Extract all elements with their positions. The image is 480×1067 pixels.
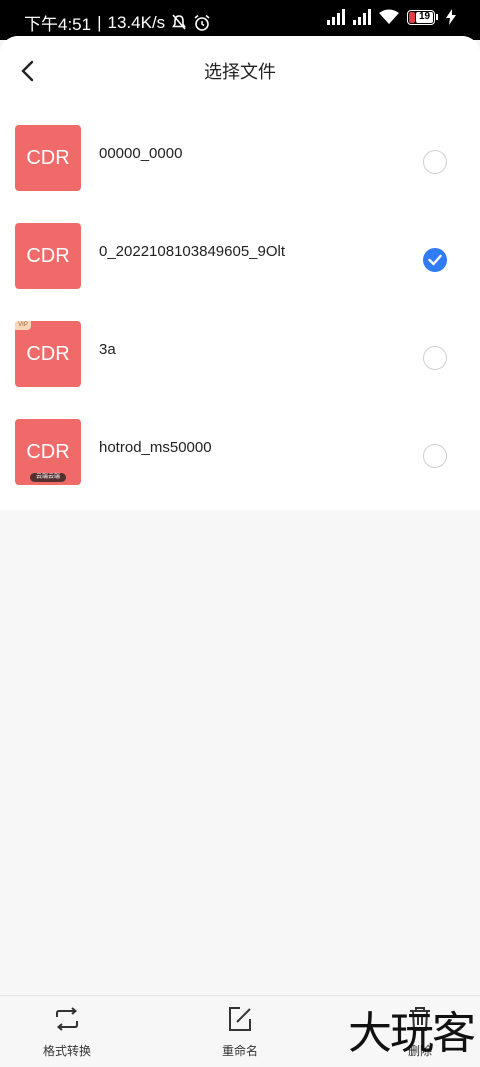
- select-radio[interactable]: [423, 444, 447, 468]
- convert-format-label: 格式转换: [42, 1044, 91, 1058]
- file-name: 00000_0000: [99, 145, 183, 162]
- bottom-toolbar: 格式转换 重命名 删除 大玩客: [0, 995, 480, 1067]
- status-net-speed: 13.4K/s: [107, 12, 166, 32]
- cdr-file-thumbnail: CDR: [15, 125, 81, 191]
- select-radio-checked[interactable]: [423, 248, 447, 272]
- mute-icon: [172, 14, 187, 30]
- wifi-icon: [379, 9, 399, 24]
- file-row[interactable]: CDR 云端云端 hotrod_ms50000: [0, 398, 480, 496]
- screen: 下午4:51 | 13.4K/s 19 选择文件 CDR 00000_0000 …: [0, 0, 480, 1067]
- cdr-file-thumbnail: CDR: [15, 223, 81, 289]
- cdr-file-thumbnail: CDR 云端云端: [15, 419, 81, 485]
- status-bar: 下午4:51 | 13.4K/s 19: [0, 0, 480, 40]
- signal-icon: [327, 9, 345, 25]
- file-list: CDR 00000_0000 CDR 0_2022108103849605_9O…: [0, 104, 480, 510]
- watermark-logo: 大玩客: [348, 1008, 476, 1059]
- file-row[interactable]: CDR 00000_0000: [0, 104, 480, 202]
- select-radio[interactable]: [423, 150, 447, 174]
- file-name: 0_2022108103849605_9Olt: [99, 243, 286, 260]
- rename-label: 重命名: [221, 1044, 258, 1058]
- cloud-badge: 云端云端: [30, 473, 66, 482]
- page-title: 选择文件: [204, 62, 276, 82]
- battery-level: 19: [418, 10, 431, 22]
- rename-button[interactable]: 重命名: [200, 1004, 280, 1059]
- status-time: 下午4:51: [24, 15, 92, 34]
- status-separator: |: [97, 12, 102, 32]
- thumb-label: CDR: [26, 146, 70, 169]
- convert-format-button[interactable]: 格式转换: [27, 1004, 107, 1059]
- status-left: 下午4:51 | 13.4K/s: [24, 10, 211, 35]
- file-picker-sheet: 选择文件 CDR 00000_0000 CDR 0_20221081038496…: [0, 36, 480, 1067]
- file-row[interactable]: CDR 0_2022108103849605_9Olt: [0, 202, 480, 300]
- check-icon: [428, 254, 442, 266]
- repeat-icon: [56, 1007, 78, 1031]
- alarm-icon: [194, 14, 210, 31]
- select-radio[interactable]: [423, 346, 447, 370]
- header: 选择文件: [0, 36, 480, 104]
- thumb-label: CDR: [26, 244, 70, 267]
- charging-icon: [446, 9, 456, 25]
- file-name: hotrod_ms50000: [99, 439, 212, 456]
- thumb-label: CDR: [26, 440, 70, 463]
- battery-icon: 19: [407, 9, 438, 25]
- signal-icon-2: [353, 9, 371, 25]
- edit-icon: [229, 1007, 251, 1031]
- vip-badge: VIP: [15, 321, 31, 330]
- status-right: 19: [327, 9, 456, 25]
- cdr-file-thumbnail: VIP CDR: [15, 321, 81, 387]
- file-name: 3a: [99, 341, 116, 358]
- thumb-label: CDR: [26, 342, 70, 365]
- file-row[interactable]: VIP CDR 3a: [0, 300, 480, 398]
